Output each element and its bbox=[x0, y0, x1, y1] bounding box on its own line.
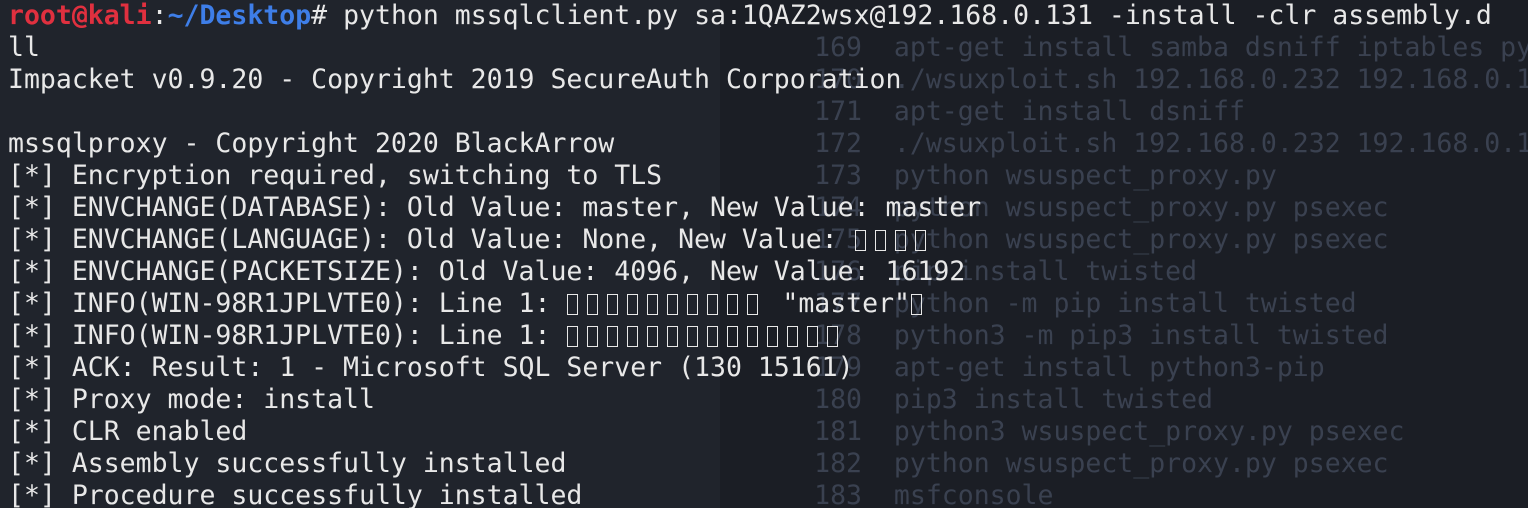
missing-glyph-box bbox=[627, 326, 639, 347]
envchange-language-text: [*] ENVCHANGE(LANGUAGE): Old Value: None… bbox=[8, 224, 854, 255]
missing-glyph-box bbox=[911, 294, 922, 315]
missing-glyph-group bbox=[566, 320, 846, 351]
missing-glyph-box bbox=[787, 326, 799, 347]
output-line-encryption: [*] Encryption required, switching to TL… bbox=[8, 160, 663, 191]
missing-glyph-box bbox=[587, 294, 599, 315]
missing-glyph-box bbox=[707, 326, 719, 347]
missing-glyph-box bbox=[727, 326, 739, 347]
missing-glyph-box bbox=[567, 326, 579, 347]
missing-glyph-box bbox=[727, 294, 739, 315]
prompt-symbol: # bbox=[311, 0, 344, 31]
info-1-text: [*] INFO(WIN-98R1JPLVTE0): Line 1: bbox=[8, 288, 567, 319]
missing-glyph-group bbox=[854, 224, 934, 255]
output-line-envchange-database: [*] ENVCHANGE(DATABASE): Old Value: mast… bbox=[8, 192, 982, 223]
command-line: root@kali:~/Desktop# python mssqlclient.… bbox=[8, 0, 1528, 32]
command-text: python mssqlclient.py sa:1QAZ2wsx@192.16… bbox=[343, 0, 1492, 31]
missing-glyph-box bbox=[914, 230, 926, 251]
prompt-user-host: root@kali bbox=[8, 0, 152, 31]
missing-glyph-box bbox=[687, 326, 699, 347]
output-line-assembly: [*] Assembly successfully installed bbox=[8, 448, 567, 479]
output-line-proxy-mode: [*] Proxy mode: install bbox=[8, 384, 375, 415]
output-line-procedure: [*] Procedure successfully installed bbox=[8, 480, 583, 508]
prompt-colon: : bbox=[151, 0, 168, 31]
missing-glyph-box bbox=[647, 294, 659, 315]
missing-glyph-box bbox=[587, 326, 599, 347]
missing-glyph-group bbox=[566, 288, 766, 319]
missing-glyph-box bbox=[854, 230, 866, 251]
missing-glyph-box bbox=[747, 294, 759, 315]
info-2-text: [*] INFO(WIN-98R1JPLVTE0): Line 1: bbox=[8, 320, 567, 351]
missing-glyph-box bbox=[687, 294, 699, 315]
missing-glyph-box bbox=[647, 326, 659, 347]
output-line-envchange-packetsize: [*] ENVCHANGE(PACKETSIZE): Old Value: 40… bbox=[8, 256, 966, 287]
output-line-clr: [*] CLR enabled bbox=[8, 416, 248, 447]
missing-glyph-box bbox=[767, 326, 779, 347]
terminal-window[interactable]: 169 apt-get install samba dsniff iptable… bbox=[0, 0, 1528, 508]
output-line-info-1: [*] INFO(WIN-98R1JPLVTE0): Line 1: "mast… bbox=[8, 288, 1528, 320]
output-line-ack: [*] ACK: Result: 1 - Microsoft SQL Serve… bbox=[8, 352, 854, 383]
impacket-banner: Impacket v0.9.20 - Copyright 2019 Secure… bbox=[8, 64, 902, 95]
missing-glyph-box bbox=[707, 294, 719, 315]
prompt-path: ~/Desktop bbox=[167, 0, 312, 31]
missing-glyph-box bbox=[627, 294, 639, 315]
missing-glyph-box bbox=[827, 326, 839, 347]
mssqlproxy-banner: mssqlproxy - Copyright 2020 BlackArrow bbox=[8, 128, 615, 159]
command-wrap-line: ll bbox=[8, 32, 40, 63]
output-line-envchange-language: [*] ENVCHANGE(LANGUAGE): Old Value: None… bbox=[8, 224, 1528, 256]
missing-glyph-box bbox=[874, 230, 886, 251]
missing-glyph-box bbox=[567, 294, 579, 315]
terminal-output: root@kali:~/Desktop# python mssqlclient.… bbox=[8, 0, 1528, 508]
output-line-info-2: [*] INFO(WIN-98R1JPLVTE0): Line 1: bbox=[8, 320, 1528, 352]
missing-glyph-box bbox=[894, 230, 906, 251]
missing-glyph-box bbox=[667, 326, 679, 347]
missing-glyph-box bbox=[607, 294, 619, 315]
info-1-database-name: "master" bbox=[766, 288, 910, 319]
missing-glyph-box bbox=[807, 326, 819, 347]
missing-glyph-box bbox=[747, 326, 759, 347]
missing-glyph-box bbox=[607, 326, 619, 347]
missing-glyph-box bbox=[667, 294, 679, 315]
